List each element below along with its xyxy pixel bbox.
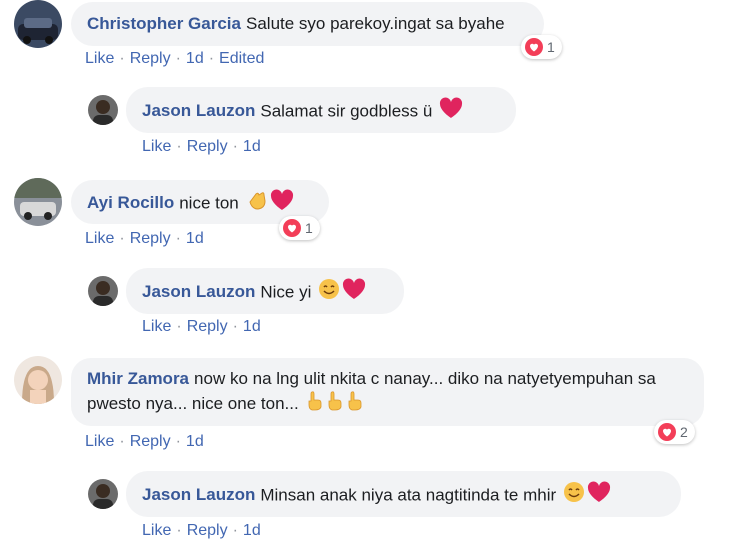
separator: · xyxy=(119,433,125,450)
timestamp[interactable]: 1d xyxy=(243,522,261,540)
edited-label[interactable]: Edited xyxy=(219,50,264,68)
comment-author[interactable]: Jason Lauzon xyxy=(142,485,255,504)
heart-emoji-icon xyxy=(342,278,366,308)
comment-actions: Like · Reply · 1d xyxy=(85,433,204,451)
reaction-count: 1 xyxy=(305,220,313,236)
comment-actions: Like · Reply · 1d · Edited xyxy=(85,50,264,68)
avatar[interactable] xyxy=(88,95,118,125)
heart-icon xyxy=(658,423,676,441)
heart-emoji-icon xyxy=(587,481,611,511)
like-link[interactable]: Like xyxy=(142,522,171,540)
comment-bubble: Jason Lauzon Minsan anak niya ata nagtiti… xyxy=(126,471,681,517)
comment-text: Nice yi xyxy=(260,282,312,302)
timestamp[interactable]: 1d xyxy=(186,50,204,68)
reaction-summary[interactable]: 1 xyxy=(279,216,320,240)
like-link[interactable]: Like xyxy=(85,50,114,68)
separator: · xyxy=(208,50,215,67)
separator: · xyxy=(175,433,181,450)
comment-bubble: Mhir Zamora now ko na lng ulit nkita c na… xyxy=(71,358,704,426)
comment-actions: Like · Reply · 1d xyxy=(85,230,204,248)
smiling-face-emoji-icon xyxy=(563,481,585,511)
comment-bubble: Jason Lauzon Nice yi xyxy=(126,268,404,314)
reply-link[interactable]: Reply xyxy=(187,318,228,336)
separator: · xyxy=(175,230,181,247)
comment-text: Salamat sir godbless ü xyxy=(260,101,433,121)
comment-bubble: Christopher Garcia Salute syo parekoy.ing… xyxy=(71,2,544,46)
reaction-count: 2 xyxy=(680,424,688,440)
separator: · xyxy=(232,522,238,539)
reply-link[interactable]: Reply xyxy=(130,50,171,68)
comment-text: Salute syo parekoy.ingat sa byahe xyxy=(246,14,505,33)
like-link[interactable]: Like xyxy=(85,433,114,451)
like-link[interactable]: Like xyxy=(142,318,171,336)
avatar[interactable] xyxy=(14,178,62,226)
separator: · xyxy=(119,230,125,247)
reply-link[interactable]: Reply xyxy=(130,230,171,248)
separator: · xyxy=(175,50,181,67)
comment-author[interactable]: Mhir Zamora xyxy=(87,369,189,388)
separator: · xyxy=(176,522,182,539)
comment-actions: Like · Reply · 1d xyxy=(142,318,261,336)
separator: · xyxy=(119,50,125,67)
reaction-count: 1 xyxy=(547,39,555,55)
reply-link[interactable]: Reply xyxy=(187,522,228,540)
separator: · xyxy=(232,318,238,335)
timestamp[interactable]: 1d xyxy=(186,433,204,451)
heart-emoji-icon xyxy=(270,189,294,219)
like-link[interactable]: Like xyxy=(85,230,114,248)
pointing-up-emoji-icon xyxy=(305,391,323,418)
comment-text: nice ton xyxy=(179,193,239,213)
heart-emoji-icon xyxy=(439,97,463,127)
reply-link[interactable]: Reply xyxy=(130,433,171,451)
clapping-hands-emoji-icon xyxy=(246,189,268,219)
smiling-face-emoji-icon xyxy=(318,278,340,308)
reaction-summary[interactable]: 1 xyxy=(521,35,562,59)
pointing-up-emoji-icon xyxy=(345,391,363,418)
avatar[interactable] xyxy=(14,356,62,404)
avatar[interactable] xyxy=(88,276,118,306)
comment-author[interactable]: Jason Lauzon xyxy=(142,282,255,301)
comment-author[interactable]: Ayi Rocillo xyxy=(87,193,174,212)
reaction-summary[interactable]: 2 xyxy=(654,420,695,444)
separator: · xyxy=(232,138,238,155)
comment-actions: Like · Reply · 1d xyxy=(142,138,261,156)
comment-author[interactable]: Christopher Garcia xyxy=(87,14,241,33)
comment-bubble: Jason Lauzon Salamat sir godbless ü xyxy=(126,87,516,133)
pointing-up-emoji-icon xyxy=(325,391,343,418)
timestamp[interactable]: 1d xyxy=(243,138,261,156)
separator: · xyxy=(176,138,182,155)
avatar[interactable] xyxy=(14,0,62,48)
comment-author[interactable]: Jason Lauzon xyxy=(142,101,255,120)
heart-icon xyxy=(283,219,301,237)
comment-actions: Like · Reply · 1d xyxy=(142,522,261,540)
comment-text: Minsan anak niya ata nagtitinda te mhir xyxy=(260,485,557,505)
reply-link[interactable]: Reply xyxy=(187,138,228,156)
like-link[interactable]: Like xyxy=(142,138,171,156)
avatar[interactable] xyxy=(88,479,118,509)
timestamp[interactable]: 1d xyxy=(243,318,261,336)
timestamp[interactable]: 1d xyxy=(186,230,204,248)
heart-icon xyxy=(525,38,543,56)
separator: · xyxy=(176,318,182,335)
